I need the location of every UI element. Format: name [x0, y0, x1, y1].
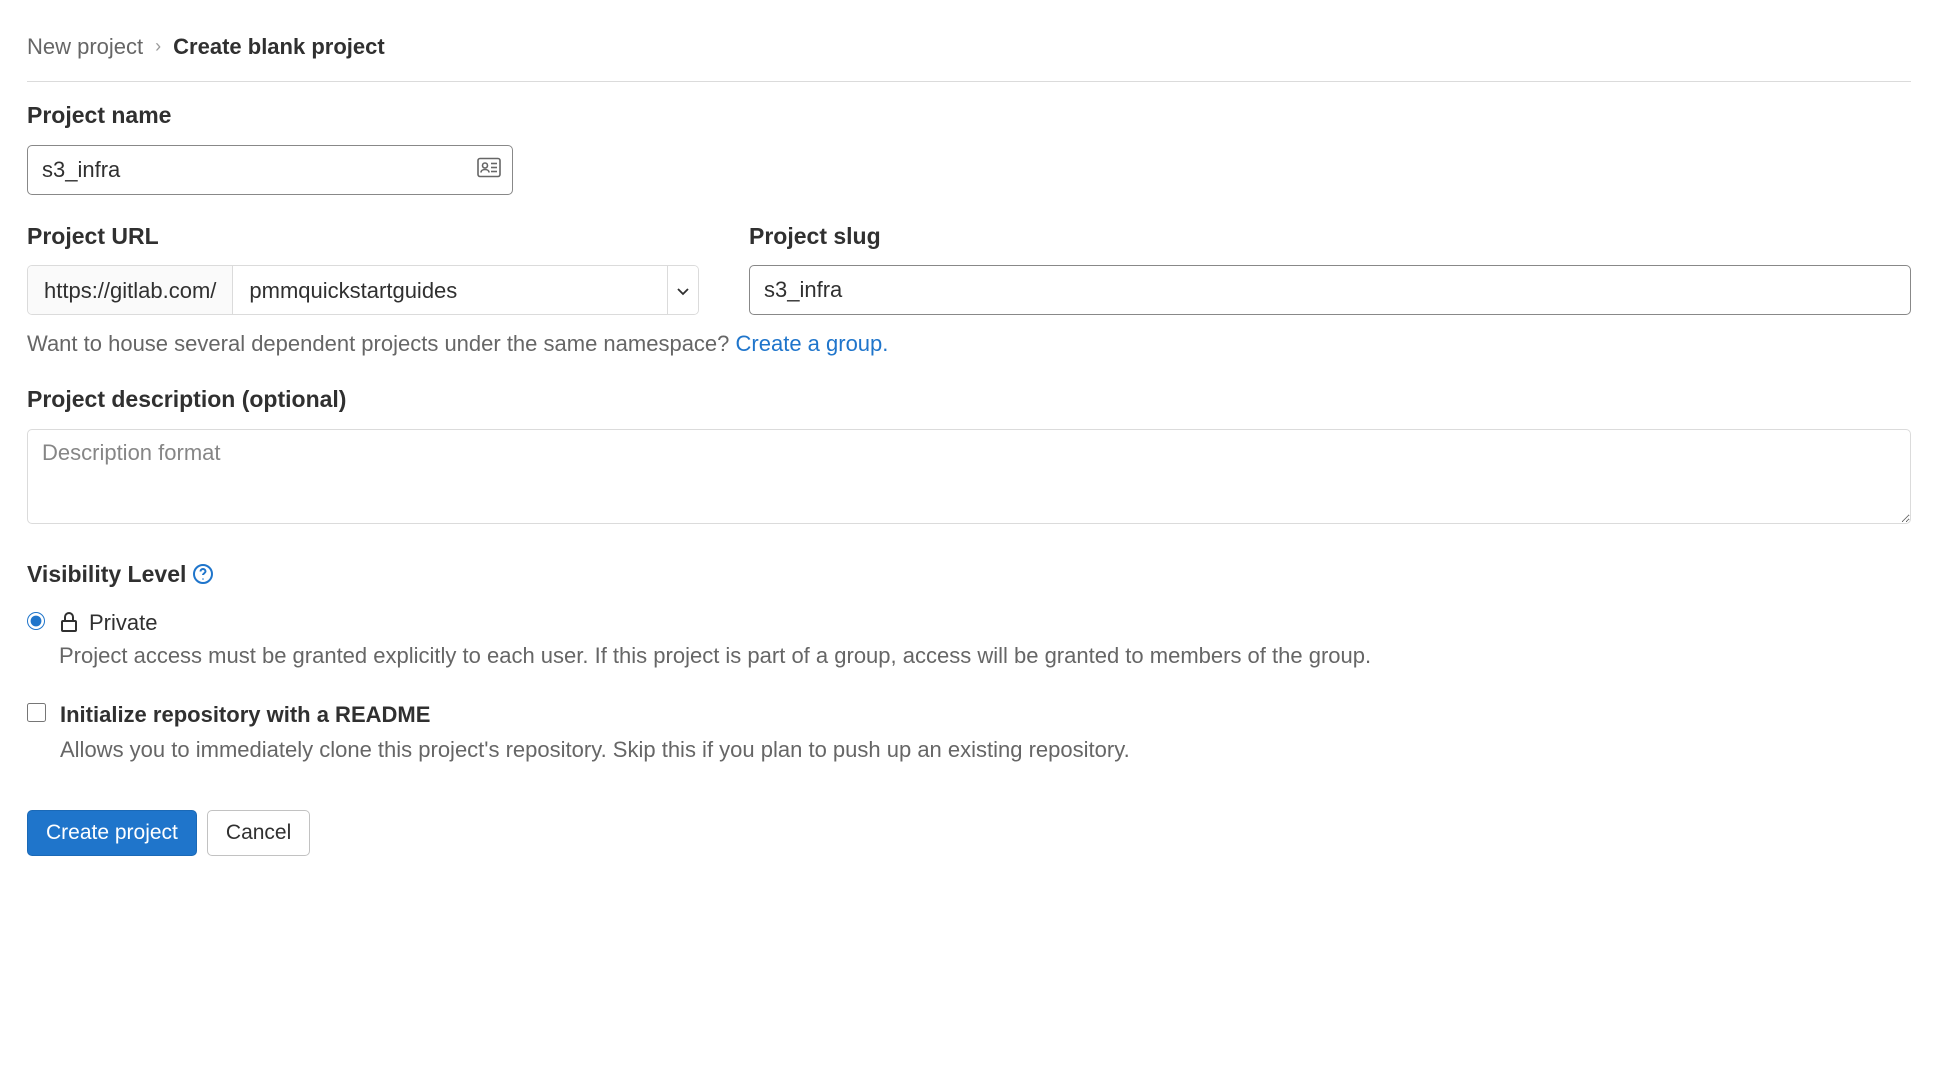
visibility-private-title: Private [89, 606, 157, 639]
visibility-group: Visibility Level Private Project access [27, 557, 1911, 672]
visibility-private-radio[interactable] [27, 612, 45, 630]
readme-title: Initialize repository with a README [60, 698, 1130, 731]
namespace-select[interactable]: pmmquickstartguides [233, 266, 668, 314]
namespace-dropdown-toggle[interactable] [668, 266, 698, 314]
namespace-helper-text: Want to house several dependent projects… [27, 327, 1911, 360]
namespace-helper-prefix: Want to house several dependent projects… [27, 331, 736, 356]
project-url-group: Project URL https://gitlab.com/ pmmquick… [27, 219, 699, 316]
contact-card-icon [477, 153, 501, 186]
button-row: Create project Cancel [27, 810, 1911, 856]
cancel-button[interactable]: Cancel [207, 810, 310, 856]
url-prefix: https://gitlab.com/ [28, 266, 233, 314]
create-group-link[interactable]: Create a group. [736, 331, 889, 356]
breadcrumb-parent-link[interactable]: New project [27, 30, 143, 63]
breadcrumb-separator: › [155, 33, 161, 60]
project-name-input[interactable] [27, 145, 513, 195]
project-name-group: Project name [27, 98, 1911, 195]
visibility-private-row: Private Project access must be granted e… [27, 606, 1911, 672]
project-slug-group: Project slug [749, 219, 1911, 316]
url-slug-row: Project URL https://gitlab.com/ pmmquick… [27, 219, 1911, 316]
breadcrumb: New project › Create blank project [27, 30, 1911, 63]
visibility-label: Visibility Level [27, 557, 186, 592]
project-url-input-group: https://gitlab.com/ pmmquickstartguides [27, 265, 699, 315]
readme-desc: Allows you to immediately clone this pro… [60, 733, 1130, 766]
visibility-label-row: Visibility Level [27, 557, 1911, 592]
description-group: Project description (optional) [27, 382, 1911, 533]
divider [27, 81, 1911, 82]
project-url-label: Project URL [27, 219, 699, 254]
description-label: Project description (optional) [27, 382, 1911, 417]
breadcrumb-current: Create blank project [173, 30, 385, 63]
readme-checkbox[interactable] [27, 703, 46, 722]
project-slug-label: Project slug [749, 219, 1911, 254]
lock-icon [59, 611, 79, 633]
project-name-label: Project name [27, 98, 1911, 133]
chevron-down-icon [677, 274, 689, 306]
visibility-private-desc: Project access must be granted explicitl… [59, 639, 1911, 672]
create-project-button[interactable]: Create project [27, 810, 197, 856]
project-slug-input[interactable] [749, 265, 1911, 315]
description-textarea[interactable] [27, 429, 1911, 524]
question-circle-icon[interactable] [192, 563, 214, 585]
readme-row: Initialize repository with a README Allo… [27, 698, 1911, 766]
